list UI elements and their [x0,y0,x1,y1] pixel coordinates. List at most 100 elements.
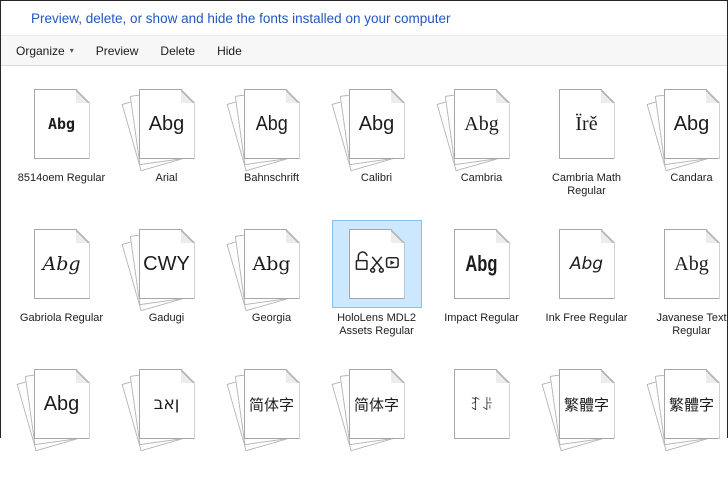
font-file-icon: 简体字 [227,360,317,448]
chevron-down-icon: ▾ [70,47,74,55]
font-item[interactable]: Ïrě Cambria Math Regular [534,80,639,200]
font-page-icon: Abg [349,89,405,159]
organize-menu-button[interactable]: Organize ▾ [5,40,85,62]
font-label: Javanese Text Regular [641,312,728,340]
font-page-icon: Abg [664,229,720,299]
font-label: Impact Regular [444,312,519,340]
font-label: Arial [155,172,177,200]
unlocked-padlock-icon [356,252,367,269]
font-label: Ink Free Regular [546,312,628,340]
delete-button[interactable]: Delete [149,40,206,62]
font-file-icon: CWY [122,220,212,308]
page-title: Preview, delete, or show and hide the fo… [31,11,451,26]
font-item[interactable]: Abg Ink Free Regular [534,220,639,340]
font-label: Candara [670,172,712,200]
font-file-icon: Abg [227,80,317,168]
font-page-icon: ןאב [139,369,195,439]
font-label: HoloLens MDL2 Assets Regular [326,312,428,340]
font-preview-text: Abg [570,254,603,274]
font-page-icon: Abg [34,369,90,439]
font-item[interactable]: CWY Gadugi [114,220,219,340]
font-preview-text: Abg [149,113,185,136]
hide-button[interactable]: Hide [206,40,253,62]
preview-label: Preview [96,44,139,58]
font-file-icon: 繁體字 [542,360,632,448]
font-preview-text: ꆈꌠ [470,394,493,414]
font-page-icon: Abg [244,89,300,159]
font-file-icon [332,220,422,308]
font-preview-text [354,250,400,279]
font-page-icon: Abg [34,229,90,299]
font-grid: Abg 8514oem Regular Abg Arial Abg Bahnsc… [1,80,728,500]
font-label: Gabriola Regular [20,312,103,340]
font-item[interactable]: Abg Georgia [219,220,324,340]
font-label: Bahnschrift [244,172,299,200]
font-page-icon: CWY [139,229,195,299]
font-preview-text: 繁體字 [564,394,609,415]
font-page-icon: Ïrě [559,89,615,159]
font-file-icon: Abg [17,360,107,448]
font-page-icon: 繁體字 [664,369,720,439]
font-item[interactable]: Abg Arial [114,80,219,200]
font-page-icon: Abg [454,229,510,299]
font-page-icon [349,229,405,299]
font-item[interactable]: Abg Cambria [429,80,534,200]
font-item[interactable]: Abg [9,360,114,480]
font-item[interactable]: Abg 8514oem Regular [9,80,114,200]
font-item[interactable]: 简体字 [219,360,324,480]
font-item[interactable]: ꆈꌠ [429,360,534,480]
preview-button[interactable]: Preview [85,40,150,62]
font-page-icon: 简体字 [349,369,405,439]
font-preview-text: Abg [255,113,287,136]
page-header: Preview, delete, or show and hide the fo… [1,1,727,35]
font-page-icon: Abg [244,229,300,299]
font-preview-text: Abg [674,253,708,276]
font-item[interactable]: HoloLens MDL2 Assets Regular [324,220,429,340]
font-label: Gadugi [149,312,184,340]
font-item[interactable]: ןאב [114,360,219,480]
font-item[interactable]: 繁體字 [534,360,639,480]
mdl2-glyphs [354,250,400,279]
font-label: Calibri [361,172,392,200]
command-toolbar: Organize ▾ Preview Delete Hide [1,35,727,66]
font-page-icon: Abg [34,89,90,159]
video-play-icon [386,257,398,267]
font-page-icon: Abg [559,229,615,299]
font-preview-text: Abg [44,393,80,416]
font-item[interactable]: Abg Gabriola Regular [9,220,114,340]
font-preview-text: Abg [674,113,710,136]
font-file-icon: Abg [332,80,422,168]
content-area: Abg 8514oem Regular Abg Arial Abg Bahnsc… [1,66,727,500]
font-preview-text: CWY [143,253,190,276]
font-page-icon: 简体字 [244,369,300,439]
font-item[interactable]: 简体字 [324,360,429,480]
font-file-icon: Abg [122,80,212,168]
font-item[interactable]: Abg Candara [639,80,728,200]
font-preview-text: Abg [42,253,80,275]
font-file-icon: Abg [17,220,107,308]
font-item[interactable]: Abg Bahnschrift [219,80,324,200]
font-file-icon: Abg [647,220,728,308]
font-page-icon: Abg [454,89,510,159]
font-preview-text: Abg [465,251,497,277]
font-preview-text: ןאב [154,394,180,414]
font-item[interactable]: Abg Javanese Text Regular [639,220,728,340]
font-file-icon: Abg [437,220,527,308]
font-item[interactable]: Abg Impact Regular [429,220,534,340]
font-preview-text: Abg [48,115,75,133]
font-file-icon: Abg [17,80,107,168]
delete-label: Delete [160,44,195,58]
font-preview-text: Ïrě [575,113,597,136]
font-item[interactable]: 繁體字 [639,360,728,480]
scissors-icon [370,256,382,271]
font-preview-text: 简体字 [249,394,294,415]
font-page-icon: Abg [139,89,195,159]
organize-label: Organize [16,44,65,58]
font-preview-text: 繁體字 [669,394,714,415]
font-page-icon: ꆈꌠ [454,369,510,439]
font-file-icon: 繁體字 [647,360,728,448]
font-file-icon: Abg [647,80,728,168]
font-file-icon: Abg [437,80,527,168]
font-item[interactable]: Abg Calibri [324,80,429,200]
font-page-icon: Abg [664,89,720,159]
